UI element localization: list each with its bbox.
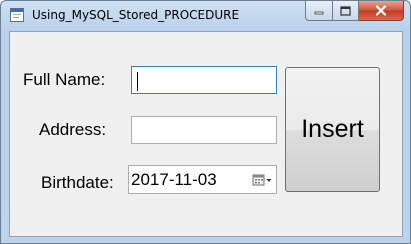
maximize-icon (340, 5, 351, 16)
address-input[interactable] (131, 116, 277, 144)
close-button[interactable] (359, 1, 404, 21)
minimize-icon (314, 11, 324, 14)
birthdate-picker[interactable]: 2017-11-03 (128, 165, 277, 194)
full-name-input[interactable] (131, 66, 277, 94)
maximize-button[interactable] (333, 1, 359, 21)
insert-button[interactable]: Insert (285, 67, 380, 192)
address-label: Address: (39, 120, 107, 139)
app-window: Using_MySQL_Stored_PROCEDURE Full Name: (0, 0, 411, 244)
window-title: Using_MySQL_Stored_PROCEDURE (32, 8, 240, 22)
close-icon (375, 5, 387, 16)
caption-buttons (305, 1, 404, 21)
title-bar[interactable]: Using_MySQL_Stored_PROCEDURE (1, 1, 410, 31)
form-icon (10, 8, 24, 22)
minimize-button[interactable] (305, 1, 333, 21)
calendar-dropdown-icon[interactable] (250, 171, 274, 190)
full-name-label: Full Name: (23, 70, 106, 89)
text-caret (137, 72, 138, 91)
birthdate-label: Birthdate: (41, 173, 114, 192)
birthdate-value: 2017-11-03 (131, 170, 217, 189)
form-client-area: Full Name: Address: Birthdate: 2017-11-0… (9, 31, 403, 237)
